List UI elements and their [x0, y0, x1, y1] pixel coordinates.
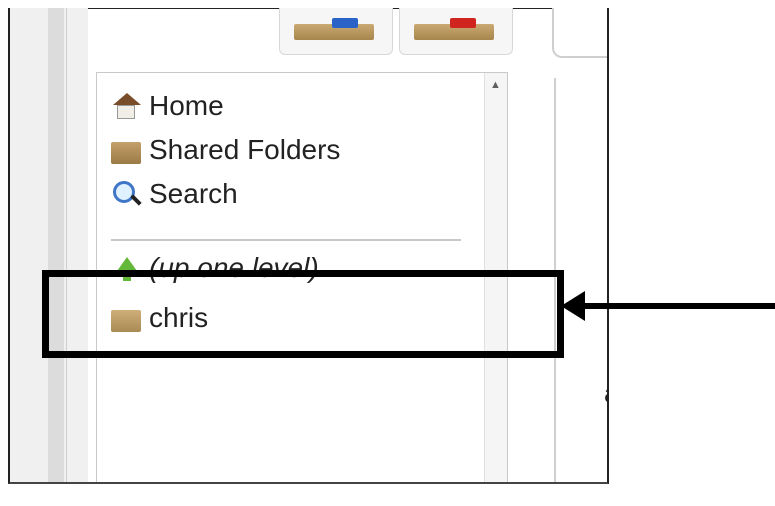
right-panel-text: a — [604, 378, 607, 409]
nav-search-label: Search — [149, 178, 238, 209]
plus-icon — [332, 18, 358, 28]
nav-search[interactable]: Search — [111, 177, 238, 211]
nav-home[interactable]: Home — [111, 89, 224, 123]
search-icon — [111, 179, 141, 209]
delete-icon — [450, 18, 476, 28]
scroll-up-icon[interactable]: ▲ — [490, 79, 501, 91]
new-folder-button[interactable] — [279, 8, 393, 55]
annotation-arrow-head — [561, 291, 585, 321]
shared-folder-icon — [111, 142, 141, 164]
tree-divider — [111, 239, 461, 241]
gutter-line — [66, 8, 67, 482]
nav-shared-folders-label: Shared Folders — [149, 134, 341, 165]
screenshot-frame: ▲ Home Shared Folders Search (up one lev… — [8, 8, 609, 484]
nav-home-label: Home — [149, 90, 224, 121]
gutter-shade — [48, 8, 64, 482]
nav-shared-folders[interactable]: Shared Folders — [111, 133, 340, 167]
right-panel-tab[interactable] — [552, 8, 607, 58]
annotation-arrow-line — [580, 303, 775, 309]
left-gutter — [10, 8, 88, 482]
home-icon — [111, 91, 141, 121]
delete-folder-button[interactable] — [399, 8, 513, 55]
annotation-highlight-box — [42, 270, 564, 358]
